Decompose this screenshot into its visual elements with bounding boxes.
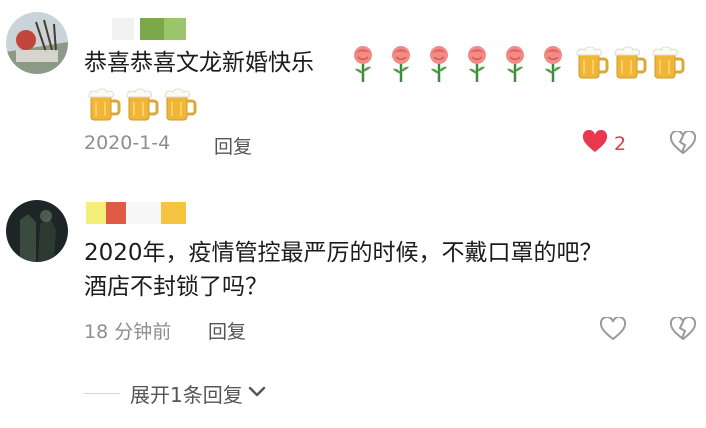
comment-2-like-button[interactable] (599, 315, 627, 345)
emoji-row-1 (344, 44, 686, 84)
broken-heart-icon (669, 315, 697, 345)
comment-2-date: 18 分钟前 (84, 321, 172, 343)
broken-heart-icon (669, 129, 697, 159)
emoji-row-2 (84, 86, 198, 126)
chevron-down-icon (247, 384, 267, 403)
expand-replies-label: 展开1条回复 (130, 383, 243, 407)
comment-1-dislike-button[interactable] (669, 129, 697, 159)
heart-icon (582, 129, 608, 158)
rose-emoji (496, 46, 534, 82)
username-redacted-1 (112, 18, 186, 40)
comment-1-reply-button[interactable]: 回复 (214, 132, 252, 159)
rose-emoji (420, 46, 458, 82)
comment-1-like-button[interactable]: 2 (582, 129, 627, 158)
comment-2-reply-button[interactable]: 回复 (208, 317, 246, 344)
avatar-user-1[interactable] (6, 12, 68, 74)
expand-replies-button[interactable]: 展开1条回复 (130, 379, 267, 408)
avatar-user-2[interactable] (6, 200, 68, 262)
beer-emoji (648, 46, 686, 79)
beer-emoji (84, 88, 122, 121)
heart-outline-icon (599, 315, 627, 345)
username-redacted-2 (86, 202, 186, 224)
rose-emoji (534, 46, 572, 82)
comment-1-text: 恭喜恭喜文龙新婚快乐 (84, 50, 314, 76)
comment-2-text-line-2: 酒店不封锁了吗？ (84, 274, 268, 300)
beer-emoji (572, 46, 610, 79)
beer-emoji (610, 46, 648, 79)
comment-1-like-count: 2 (614, 133, 627, 155)
rose-emoji (458, 46, 496, 82)
comment-1-date: 2020-1-4 (84, 132, 171, 154)
replies-divider (84, 393, 120, 394)
beer-emoji (160, 88, 198, 121)
comment-2-text-line-1: 2020年，疫情管控最严厉的时候，不戴口罩的吧？ (84, 240, 603, 266)
beer-emoji (122, 88, 160, 121)
rose-emoji (344, 46, 382, 82)
comment-2-dislike-button[interactable] (669, 315, 697, 345)
rose-emoji (382, 46, 420, 82)
